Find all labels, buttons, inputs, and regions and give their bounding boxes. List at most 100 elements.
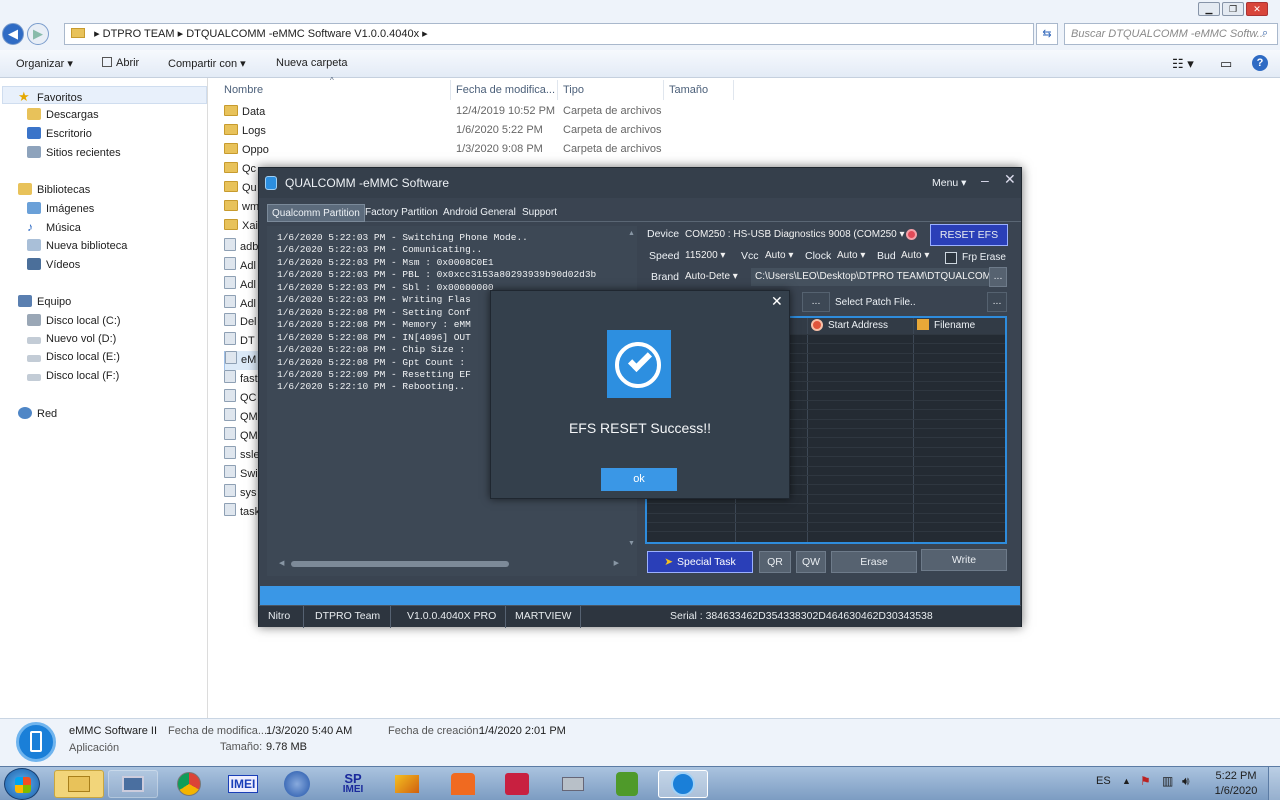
preview-pane-icon[interactable]: ▭ xyxy=(1220,56,1232,72)
erase-button[interactable]: Erase xyxy=(831,551,917,573)
network-tray-icon[interactable]: ▥ xyxy=(1162,774,1173,788)
back-button[interactable]: ◀ xyxy=(2,23,24,45)
column-size[interactable]: Tamaño xyxy=(669,84,708,96)
app-close-button[interactable]: ✕ xyxy=(1004,171,1016,188)
nav-drive-f[interactable]: Disco local (F:) xyxy=(27,370,119,382)
firmware-browse-button[interactable]: ... xyxy=(989,267,1007,287)
details-created-value: 1/4/2020 2:01 PM xyxy=(479,725,566,737)
table-row xyxy=(647,503,1005,505)
device-select[interactable]: COM250 : HS-USB Diagnostics 9008 (COM250… xyxy=(685,226,905,244)
new-folder-button[interactable]: Nueva carpeta xyxy=(276,57,348,69)
nav-downloads[interactable]: Descargas xyxy=(27,108,99,121)
tool-android-icon[interactable] xyxy=(602,770,652,798)
breadcrumb-item[interactable]: DTQUALCOMM -eMMC Software V1.0.0.4040x xyxy=(186,28,419,40)
tab-factory-partition[interactable]: Factory Partition xyxy=(361,204,442,222)
column-filename[interactable]: Filename xyxy=(934,320,975,331)
nav-computer[interactable]: Equipo xyxy=(18,295,71,308)
pictures-icon xyxy=(27,202,41,214)
partition-col-divider xyxy=(913,318,914,542)
language-indicator[interactable]: ES xyxy=(1096,775,1111,787)
file-row[interactable]: Oppo 1/3/2020 9:08 PM Carpeta de archivos xyxy=(224,142,744,162)
search-icon[interactable]: ⌕ xyxy=(1262,27,1268,40)
file-row[interactable]: Data 12/4/2019 10:52 PM Carpeta de archivo… xyxy=(224,105,744,124)
tool-house-icon[interactable] xyxy=(438,770,488,798)
computer-taskbar-icon[interactable] xyxy=(108,770,158,798)
nav-new-library[interactable]: Nueva biblioteca xyxy=(27,239,127,252)
reset-efs-button[interactable]: RESET EFS xyxy=(930,224,1008,246)
nav-images[interactable]: Imágenes xyxy=(27,202,94,215)
special-task-button[interactable]: ➤ Special Task xyxy=(647,551,753,573)
maximize-button[interactable]: ❐ xyxy=(1222,2,1244,16)
clock-select[interactable]: Auto ▾ xyxy=(837,247,875,265)
forward-button[interactable]: ▶ xyxy=(27,23,49,45)
organize-button[interactable]: Organizar ▾ xyxy=(16,57,73,70)
refresh-icon[interactable]: ⇆ xyxy=(1036,23,1058,45)
nav-recent[interactable]: Sitios recientes xyxy=(27,146,121,159)
nav-libraries[interactable]: Bibliotecas xyxy=(18,183,90,196)
app-logo-icon xyxy=(265,176,277,190)
minimize-button[interactable]: ▁ xyxy=(1198,2,1220,16)
column-start-address[interactable]: Start Address xyxy=(828,320,888,331)
help-icon[interactable]: ? xyxy=(1252,55,1268,71)
dialog-close-button[interactable]: ✕ xyxy=(771,293,783,310)
speed-select[interactable]: 115200 ▾ xyxy=(685,247,741,265)
tool-flash-icon[interactable] xyxy=(382,770,432,798)
write-button[interactable]: Write xyxy=(921,549,1007,571)
action-center-icon[interactable]: ⚑ xyxy=(1140,774,1151,788)
nav-drive-d[interactable]: Nuevo vol (D:) xyxy=(27,333,116,345)
column-type[interactable]: Tipo xyxy=(563,84,584,96)
tool-usb-icon[interactable] xyxy=(548,770,598,798)
log-hscroll[interactable]: ◀ ▶ xyxy=(277,557,625,571)
start-button[interactable] xyxy=(4,768,40,800)
nav-desktop[interactable]: Escritorio xyxy=(27,127,92,140)
chrome-icon[interactable] xyxy=(164,770,214,798)
nav-network[interactable]: Red xyxy=(18,407,57,420)
nav-drive-e[interactable]: Disco local (E:) xyxy=(27,351,120,363)
tab-android-general[interactable]: Android General xyxy=(439,204,520,222)
file-row[interactable]: Logs 1/6/2020 5:22 PM Carpeta de archivos xyxy=(224,123,744,143)
clock-date[interactable]: 1/6/2020 xyxy=(1214,785,1258,797)
show-desktop-button[interactable] xyxy=(1268,767,1280,800)
address-input[interactable]: ▸ DTPRO TEAM ▸ DTQUALCOMM -eMMC Software… xyxy=(64,23,1034,45)
volume-icon[interactable]: 🔊︎ xyxy=(1182,774,1190,789)
nav-drive-c[interactable]: Disco local (C:) xyxy=(27,314,121,327)
nav-favorites-label: Favoritos xyxy=(37,92,83,104)
sp-imei-icon[interactable]: SP IMEI xyxy=(328,770,378,798)
dialog-ok-button[interactable]: ok xyxy=(601,468,677,491)
patch-browse-left-button[interactable]: ... xyxy=(802,292,830,312)
frp-erase-label: Frp Erase xyxy=(962,252,1006,263)
nav-favorites[interactable]: ★ Favoritos xyxy=(18,89,82,104)
status-team: DTPRO Team xyxy=(315,610,381,622)
firmware-path-field[interactable]: C:\Users\LEO\Desktop\DTPRO TEAM\DTQUALCO… xyxy=(751,268,989,286)
tool-globe-icon[interactable] xyxy=(272,770,322,798)
qr-button[interactable]: QR xyxy=(759,551,791,573)
emmc-taskbar-icon[interactable] xyxy=(658,770,708,798)
tab-support[interactable]: Support xyxy=(518,204,561,222)
column-name[interactable]: Nombre xyxy=(224,84,263,96)
qw-button[interactable]: QW xyxy=(796,551,826,573)
tab-qualcomm-partition[interactable]: Qualcomm Partition xyxy=(267,204,365,222)
breadcrumb-item[interactable]: DTPRO TEAM xyxy=(103,28,175,40)
open-button[interactable]: Abrir xyxy=(102,57,139,69)
file-icon xyxy=(224,275,236,289)
app-menu-button[interactable]: Menu ▾ xyxy=(932,177,966,189)
tool-red-icon[interactable] xyxy=(492,770,542,798)
share-button[interactable]: Compartir con ▾ xyxy=(168,57,246,70)
tray-expand-icon[interactable]: ▲ xyxy=(1122,776,1131,786)
nav-videos[interactable]: Vídeos xyxy=(27,258,80,271)
vcc-select[interactable]: Auto ▾ xyxy=(765,247,803,265)
imei-tool-icon[interactable]: IMEI xyxy=(218,770,268,798)
frp-erase-checkbox[interactable] xyxy=(945,252,957,264)
view-options-icon[interactable]: ☷ ▾ xyxy=(1172,56,1194,72)
explorer-taskbar-icon[interactable] xyxy=(54,770,104,798)
brand-select[interactable]: Auto-Dete ▾ xyxy=(685,268,747,286)
device-label: Device xyxy=(647,228,680,240)
nav-music[interactable]: ♪ Música xyxy=(27,220,81,234)
patch-browse-button[interactable]: ... xyxy=(987,292,1007,312)
bud-select[interactable]: Auto ▾ xyxy=(901,247,939,265)
close-button[interactable]: ✕ xyxy=(1246,2,1268,16)
clock-time[interactable]: 5:22 PM xyxy=(1214,770,1258,782)
column-date[interactable]: Fecha de modifica... xyxy=(456,84,555,96)
search-input[interactable]: Buscar DTQUALCOMM -eMMC Softw... xyxy=(1064,23,1278,45)
app-minimize-button[interactable]: – xyxy=(981,172,989,188)
